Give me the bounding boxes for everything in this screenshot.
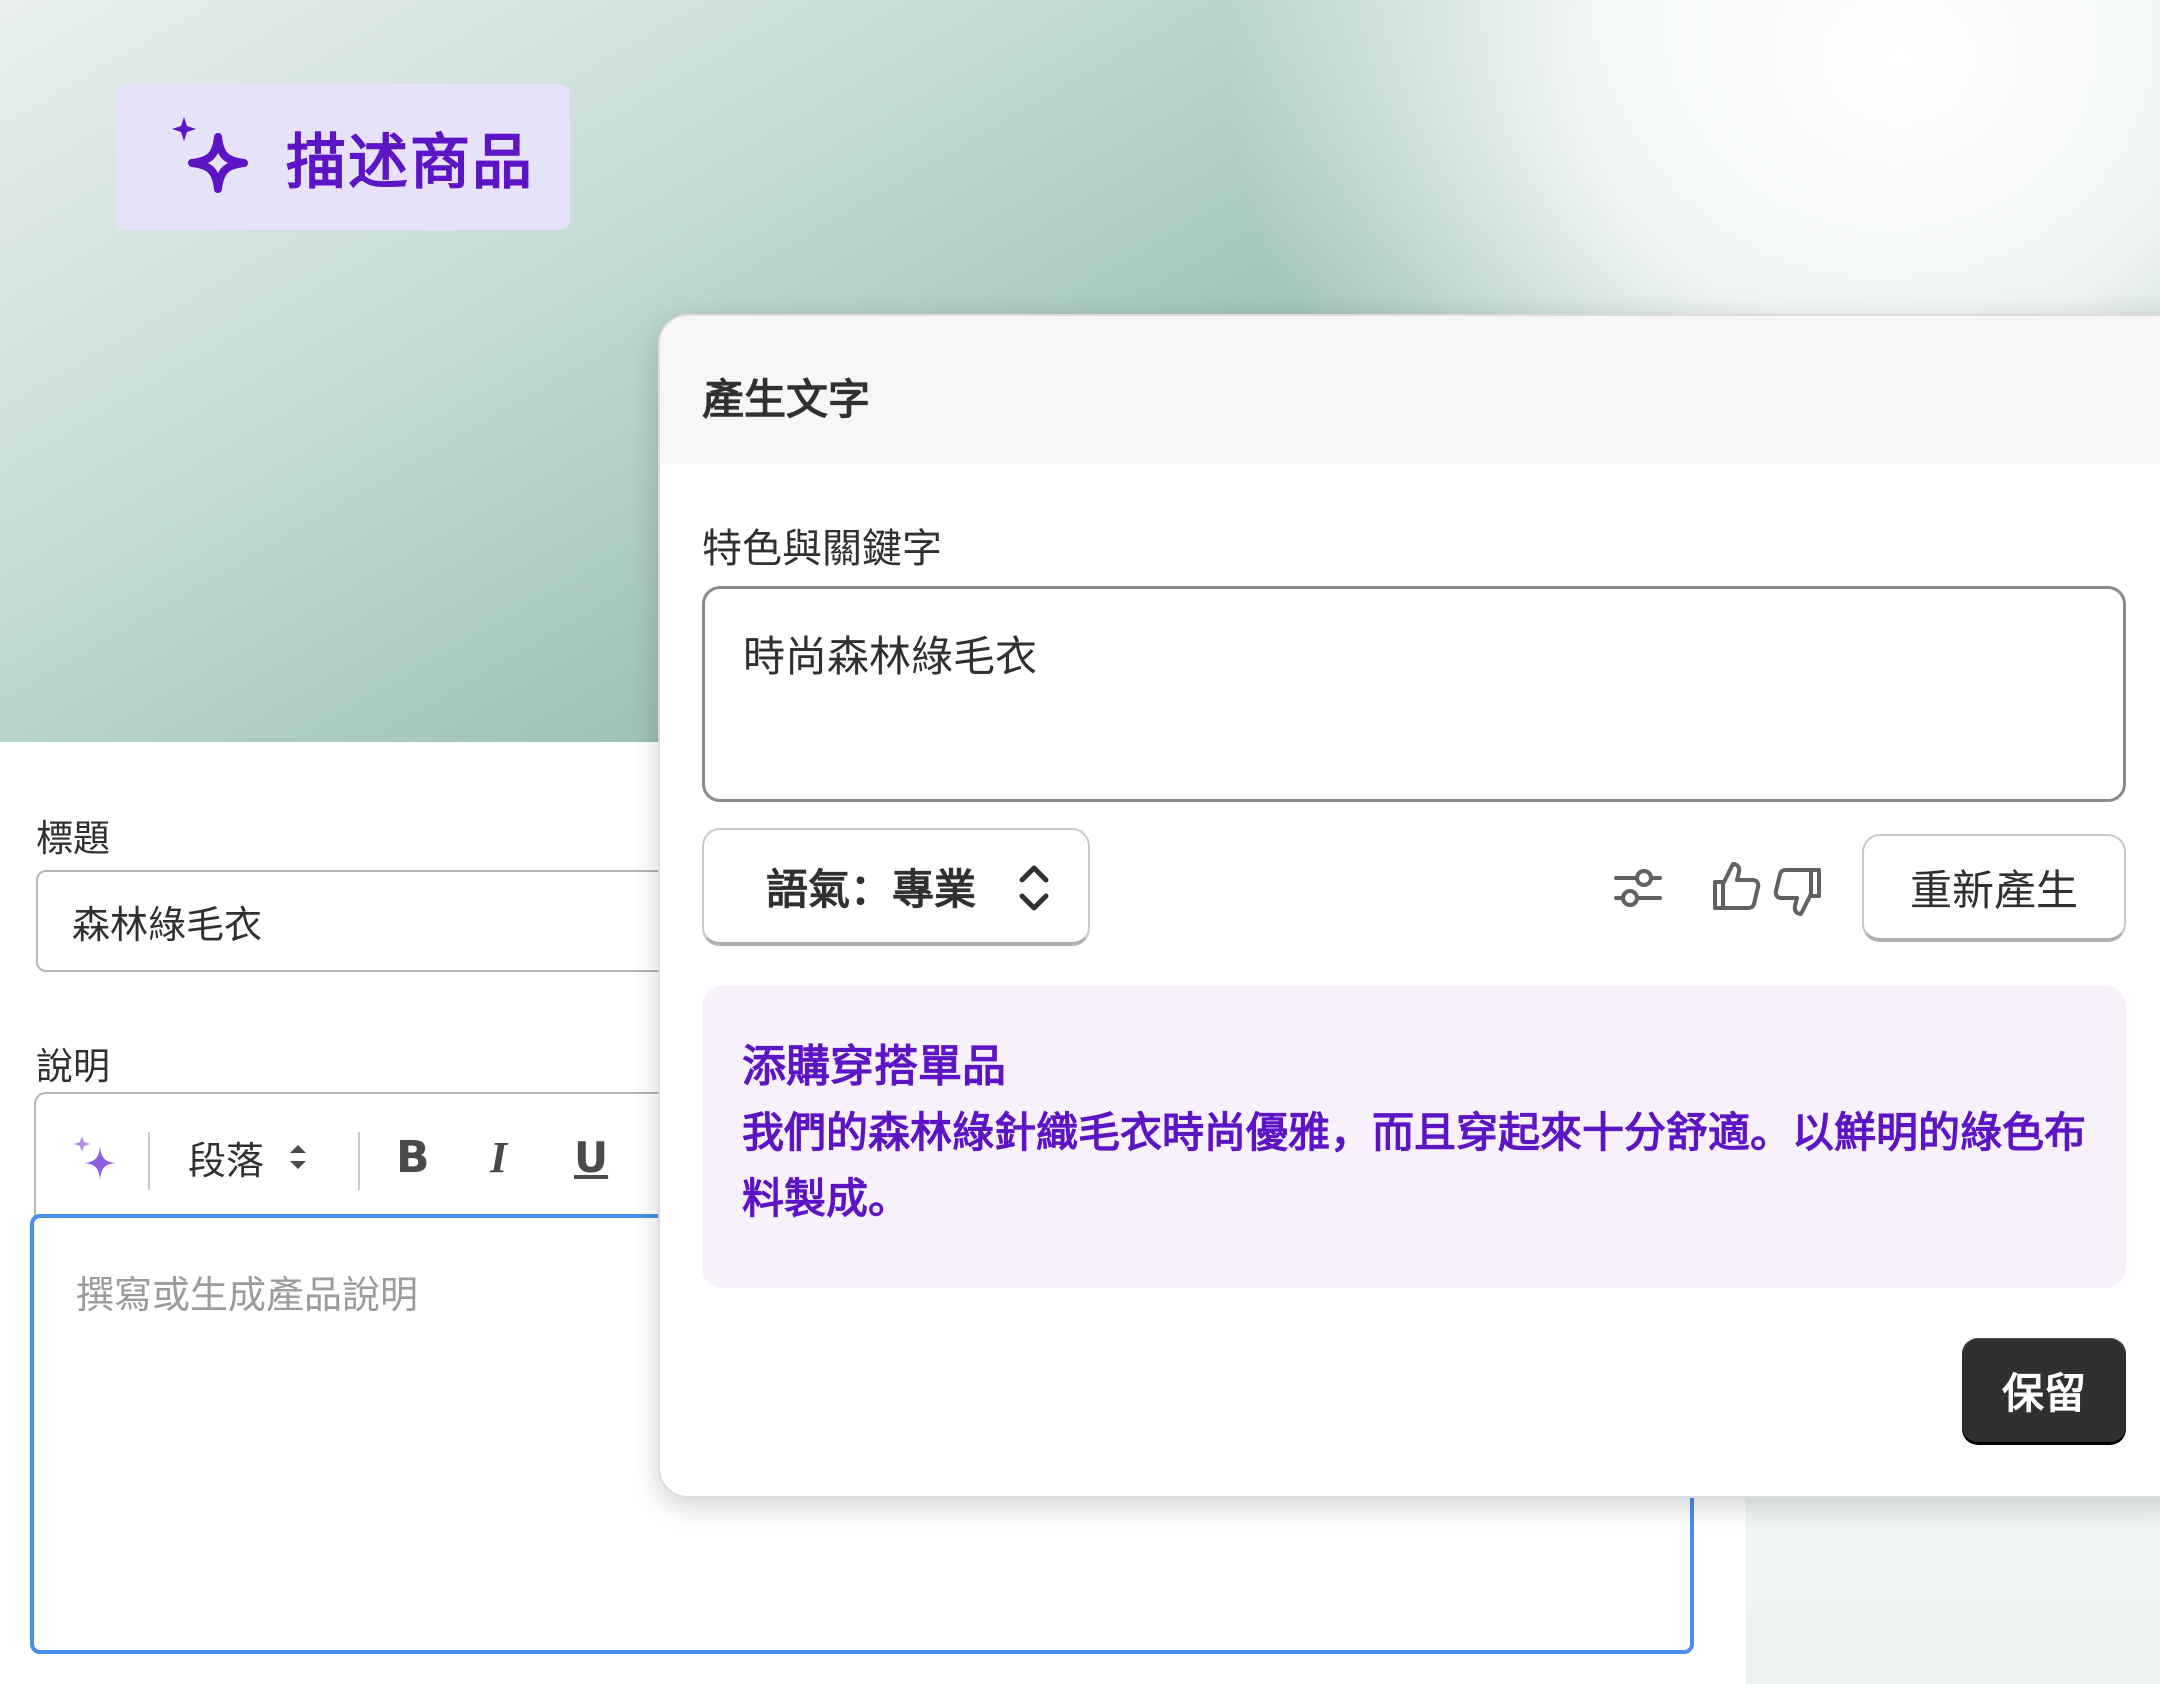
thumbs-up-button[interactable]	[1706, 850, 1764, 922]
tone-select[interactable]: 語氣：專業	[702, 828, 1090, 946]
sparkle-icon	[74, 1136, 116, 1180]
keywords-label: 特色與關鍵字	[702, 526, 942, 572]
ai-generate-button[interactable]	[70, 1094, 120, 1220]
popover-header: 產生文字	[660, 316, 2160, 464]
thumbs-up-icon	[1713, 862, 1761, 910]
chevron-updown-icon	[1019, 865, 1049, 911]
italic-icon: I	[490, 1132, 508, 1182]
description-placeholder: 撰寫或生成產品說明	[76, 1273, 419, 1317]
keep-button[interactable]: 保留	[1962, 1338, 2126, 1442]
italic-button[interactable]: I	[490, 1094, 507, 1220]
describe-product-badge: 描述商品	[116, 84, 570, 230]
underline-button[interactable]: U	[574, 1094, 608, 1220]
toolbar-divider	[358, 1132, 360, 1190]
description-label: 說明	[36, 1045, 110, 1088]
paragraph-label: 段落	[188, 1138, 265, 1183]
generate-text-popover: 產生文字 特色與關鍵字 時尚森林綠毛衣 語氣：專業 重新產生 添購穿搭單品 我們…	[658, 314, 2160, 1498]
chevron-updown-icon	[290, 1145, 307, 1169]
bold-icon: B	[396, 1131, 430, 1183]
thumbs-down-icon	[1773, 868, 1821, 916]
sparkle-icon	[172, 117, 248, 193]
bold-button[interactable]: B	[396, 1094, 430, 1220]
paragraph-select[interactable]: 段落	[188, 1094, 312, 1220]
regenerate-button[interactable]: 重新產生	[1862, 834, 2126, 942]
keywords-value: 時尚森林綠毛衣	[743, 632, 1038, 681]
underline-icon: U	[574, 1132, 609, 1182]
popover-title: 產生文字	[702, 375, 871, 424]
thumbs-down-button[interactable]	[1770, 856, 1828, 928]
title-label: 標題	[36, 817, 110, 860]
generated-result: 添購穿搭單品 我們的森林綠針織毛衣時尚優雅，而且穿起來十分舒適。以鮮明的綠色布料…	[702, 986, 2126, 1288]
keywords-input[interactable]: 時尚森林綠毛衣	[702, 586, 2126, 802]
settings-button[interactable]	[1608, 854, 1668, 922]
badge-label: 描述商品	[286, 127, 534, 198]
result-body: 我們的森林綠針織毛衣時尚優雅，而且穿起來十分舒適。以鮮明的綠色布料製成。	[742, 1108, 2087, 1223]
sliders-icon	[1614, 869, 1662, 907]
result-title: 添購穿搭單品	[742, 1041, 1006, 1092]
toolbar-divider	[148, 1132, 150, 1190]
tone-label: 語氣：專業	[766, 864, 977, 914]
